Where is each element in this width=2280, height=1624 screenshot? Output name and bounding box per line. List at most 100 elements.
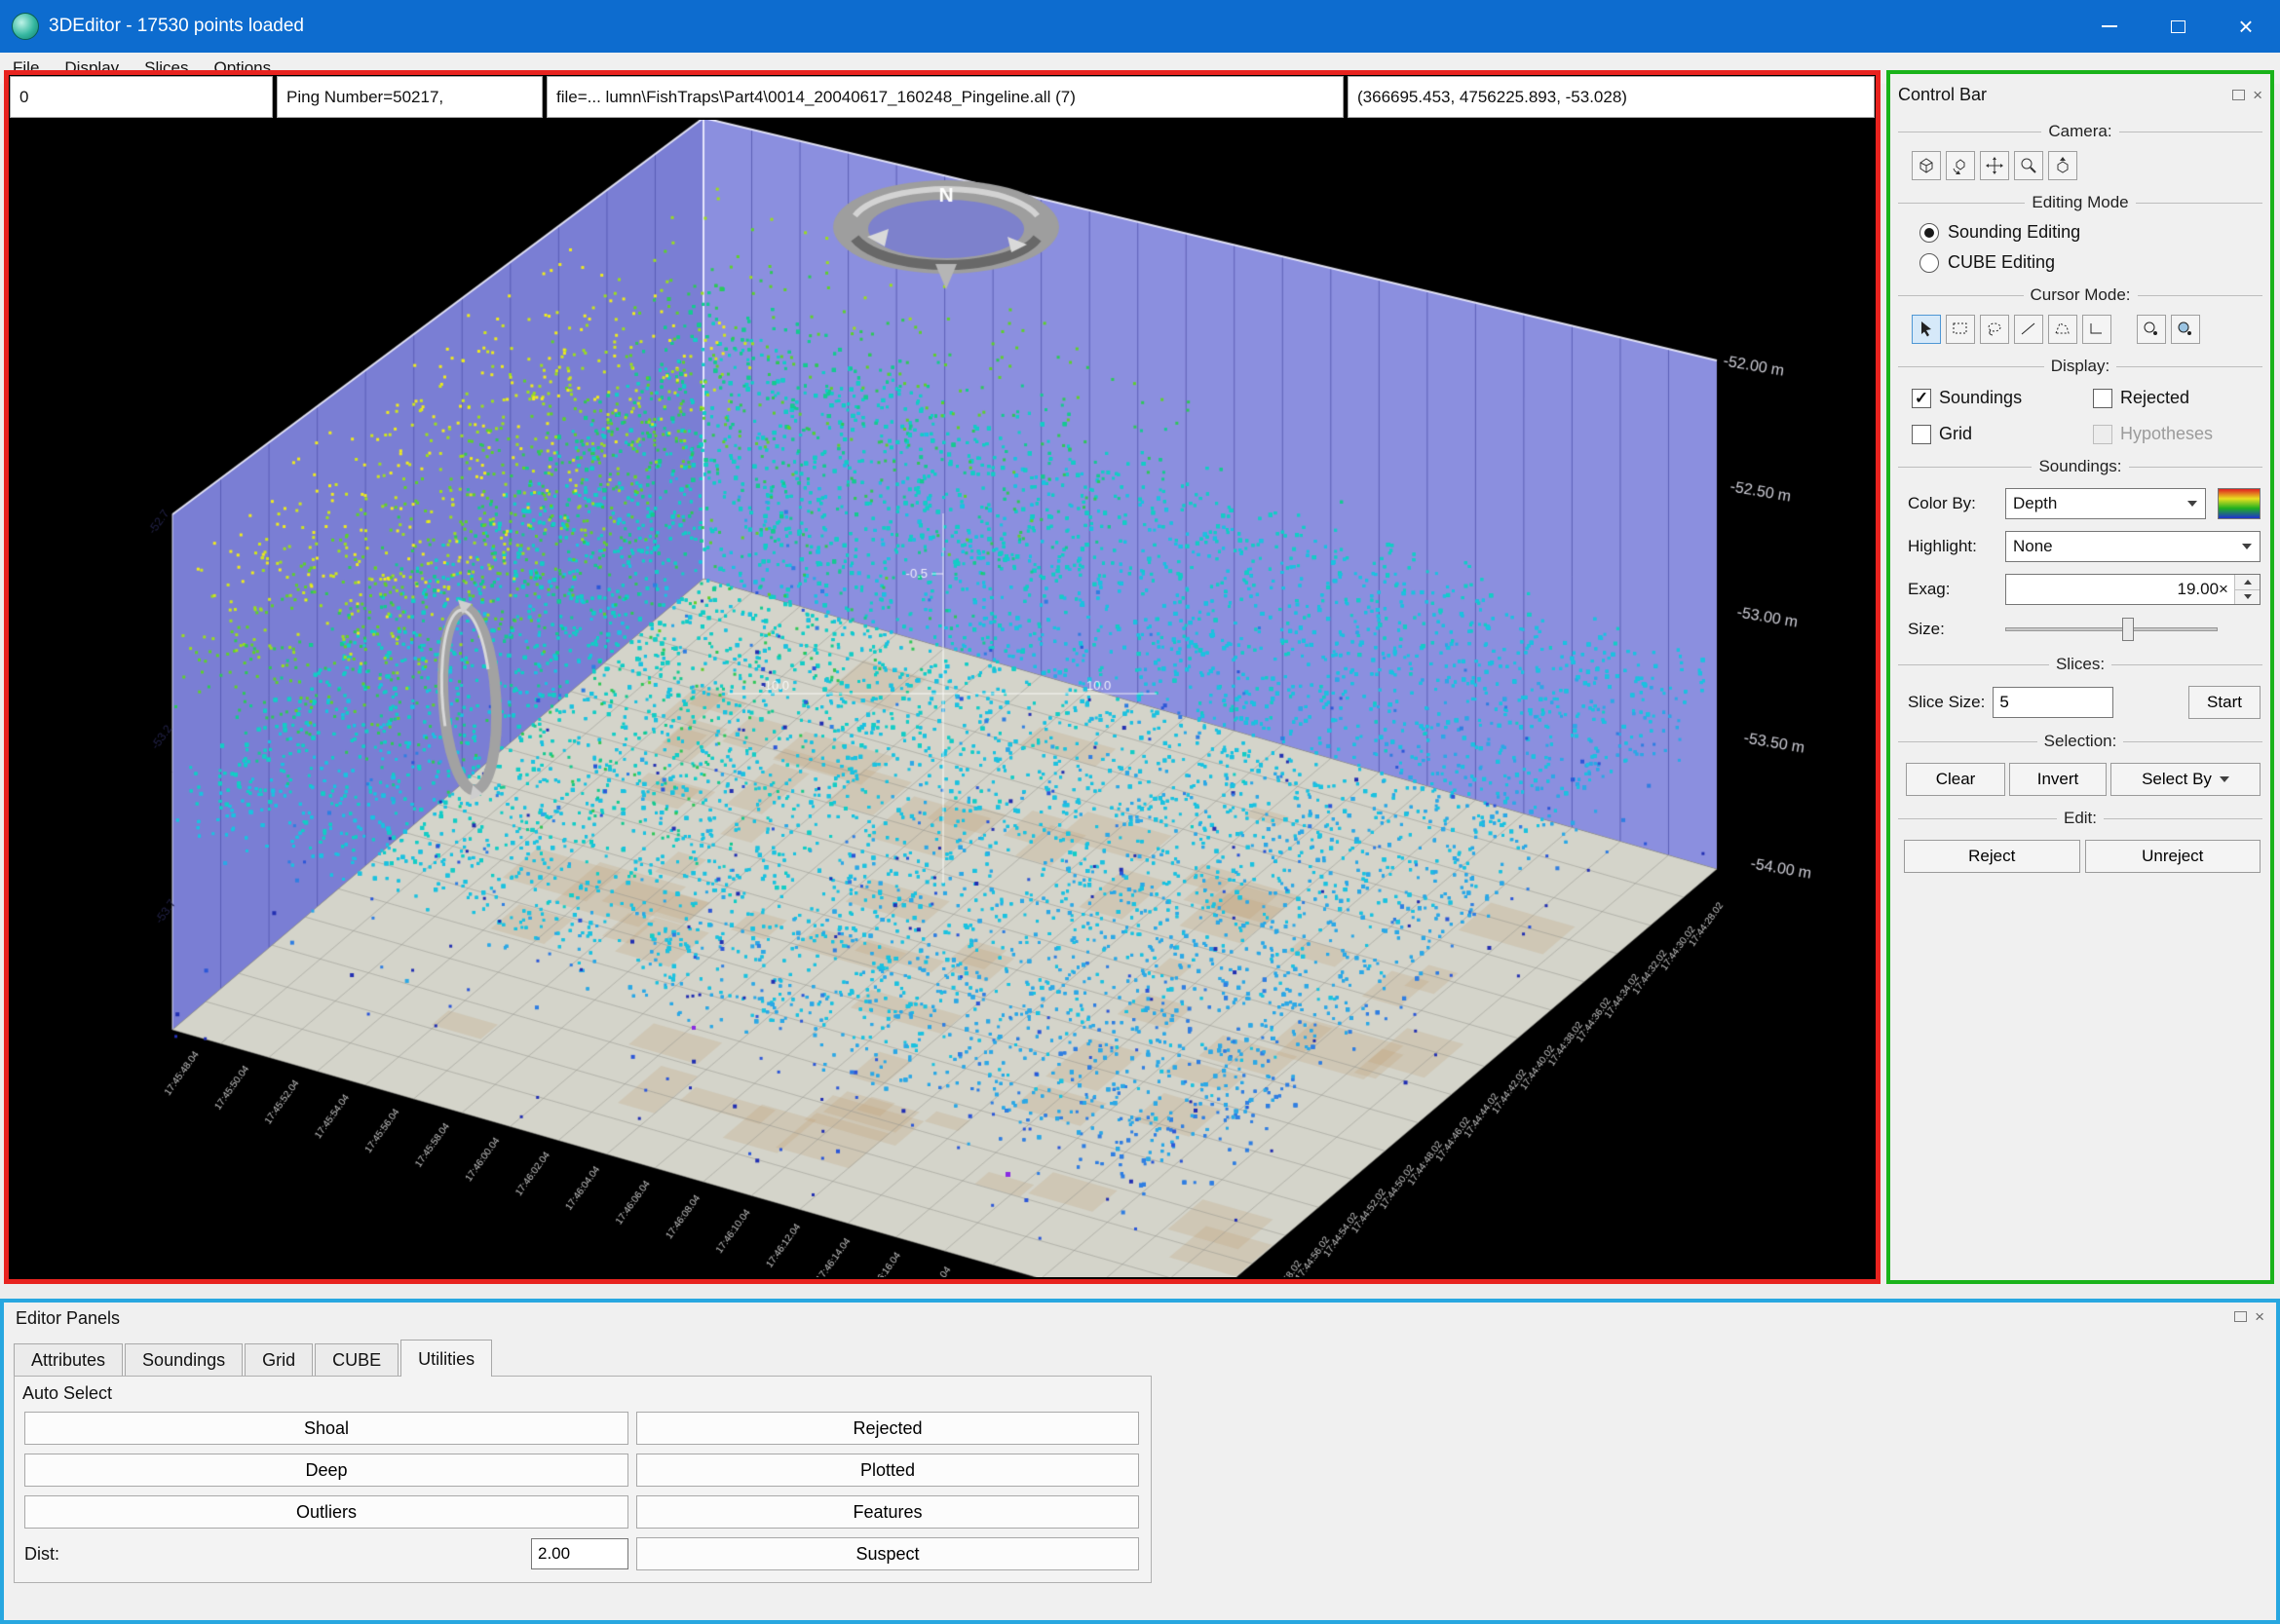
dist-label: Dist: <box>24 1544 59 1565</box>
camera-orbit-icon[interactable] <box>1912 151 1941 180</box>
highlight-label: Highlight: <box>1908 537 1997 556</box>
cursor-corner-select-icon[interactable] <box>2082 315 2111 344</box>
size-label: Size: <box>1908 620 1997 639</box>
selection-section-label: Selection: <box>2044 732 2117 751</box>
colorbar-icon[interactable] <box>2218 488 2261 519</box>
scene-panel: 0 Ping Number=50217, file=... lumn\FishT… <box>4 70 1881 1284</box>
float-panel-icon[interactable] <box>2232 90 2245 100</box>
window-title: 3DEditor - 17530 points loaded <box>49 16 304 37</box>
status-field-filename: file=... lumn\FishTraps\Part4\0014_20040… <box>547 76 1344 118</box>
plotted-button[interactable]: Plotted <box>636 1454 1139 1487</box>
cursor-rect-select-icon[interactable] <box>1946 315 1975 344</box>
start-slices-button[interactable]: Start <box>2188 686 2261 719</box>
sounding-editing-label: Sounding Editing <box>1948 222 2080 243</box>
highlight-value: None <box>2006 537 2234 556</box>
rejected-checkbox[interactable]: Rejected <box>2093 388 2262 408</box>
float-panel-icon[interactable] <box>2234 1311 2247 1322</box>
soundings-section-label: Soundings: <box>2038 457 2121 476</box>
slider-handle[interactable] <box>2122 618 2134 641</box>
suspect-button[interactable]: Suspect <box>636 1537 1139 1570</box>
checkbox-unchecked-icon <box>2093 389 2112 408</box>
edit-buttons-row: Reject Unreject <box>1904 840 2261 873</box>
dist-input[interactable] <box>531 1538 628 1569</box>
title-bar[interactable]: 3DEditor - 17530 points loaded × <box>0 0 2280 53</box>
camera-label: Camera: <box>2048 122 2111 141</box>
close-panel-icon[interactable]: × <box>2253 87 2262 103</box>
select-by-label: Select By <box>2142 770 2212 789</box>
color-by-label: Color By: <box>1908 494 1997 513</box>
size-slider[interactable] <box>2005 617 2218 642</box>
status-field-coordinates: (366695.453, 4756225.893, -53.028) <box>1348 76 1875 118</box>
close-panel-icon[interactable]: × <box>2255 1308 2264 1325</box>
unreject-button[interactable]: Unreject <box>2085 840 2261 873</box>
cursor-mode-divider: Cursor Mode: <box>1898 285 2262 305</box>
maximize-button[interactable] <box>2144 0 2212 53</box>
slice-size-input[interactable] <box>1993 687 2113 718</box>
features-button[interactable]: Features <box>636 1495 1139 1529</box>
slices-section-label: Slices: <box>2056 655 2105 674</box>
tab-soundings[interactable]: Soundings <box>125 1343 243 1376</box>
clear-selection-button[interactable]: Clear <box>1906 763 2005 796</box>
reject-button[interactable]: Reject <box>1904 840 2080 873</box>
invert-selection-button[interactable]: Invert <box>2009 763 2107 796</box>
status-field-ping-number: Ping Number=50217, <box>277 76 543 118</box>
rejected-button[interactable]: Rejected <box>636 1412 1139 1445</box>
cursor-line-select-icon[interactable] <box>2014 315 2043 344</box>
highlight-row: Highlight: None <box>1908 531 2261 562</box>
checkbox-checked-icon: ✓ <box>1912 389 1931 408</box>
camera-pan-icon[interactable] <box>1980 151 2009 180</box>
exag-label: Exag: <box>1908 580 1997 599</box>
cube-editing-label: CUBE Editing <box>1948 252 2055 273</box>
highlight-dropdown[interactable]: None <box>2005 531 2261 562</box>
minimize-icon <box>2102 25 2117 27</box>
checkbox-disabled-icon <box>2093 425 2112 444</box>
cursor-pointer-icon[interactable] <box>1912 315 1941 344</box>
cursor-mode-label: Cursor Mode: <box>2031 285 2131 305</box>
edit-section-label: Edit: <box>2064 809 2097 828</box>
edit-divider: Edit: <box>1898 809 2262 828</box>
status-row: 0 Ping Number=50217, file=... lumn\FishT… <box>10 76 1875 118</box>
editor-panels-tabs: Attributes Soundings Grid CUBE Utilities <box>14 1340 492 1377</box>
spin-up-icon[interactable] <box>2235 575 2260 589</box>
cursor-circle-pick-icon[interactable] <box>2137 315 2166 344</box>
size-row: Size: <box>1908 617 2261 642</box>
select-by-button[interactable]: Select By <box>2110 763 2261 796</box>
selection-divider: Selection: <box>1898 732 2262 751</box>
app-icon <box>12 13 39 40</box>
tab-grid[interactable]: Grid <box>245 1343 313 1376</box>
tab-attributes[interactable]: Attributes <box>14 1343 123 1376</box>
soundings-checkbox[interactable]: ✓ Soundings <box>1912 388 2093 408</box>
exag-value: 19.00× <box>2006 575 2234 604</box>
control-bar-panel: Control Bar × Camera: Editing Mode Sound… <box>1886 70 2274 1284</box>
soundings-checkbox-label: Soundings <box>1939 388 2022 408</box>
spin-down-icon[interactable] <box>2235 589 2260 605</box>
cube-editing-radio[interactable]: CUBE Editing <box>1919 252 2262 273</box>
viewport-canvas[interactable] <box>10 120 1875 1277</box>
camera-zoom-icon[interactable] <box>2014 151 2043 180</box>
camera-reset-view-icon[interactable] <box>2048 151 2077 180</box>
shoal-button[interactable]: Shoal <box>24 1412 628 1445</box>
exag-spinner[interactable]: 19.00× <box>2005 574 2261 605</box>
auto-select-left-column: Shoal Deep Outliers Dist: <box>24 1412 628 1570</box>
camera-rotate-icon[interactable] <box>1946 151 1975 180</box>
tab-cube[interactable]: CUBE <box>315 1343 399 1376</box>
outliers-button[interactable]: Outliers <box>24 1495 628 1529</box>
cursor-polygon-select-icon[interactable] <box>2048 315 2077 344</box>
hypotheses-checkbox: Hypotheses <box>2093 424 2262 444</box>
deep-button[interactable]: Deep <box>24 1454 628 1487</box>
chevron-down-icon <box>2220 776 2229 782</box>
viewport-3d[interactable] <box>10 120 1875 1277</box>
cursor-lasso-select-icon[interactable] <box>1980 315 2009 344</box>
cursor-mode-toolbar <box>1912 315 2262 344</box>
minimize-button[interactable] <box>2075 0 2144 53</box>
editor-panels-title: Editor Panels <box>16 1308 120 1329</box>
cursor-circle-pick-filled-icon[interactable] <box>2171 315 2200 344</box>
close-icon: × <box>2238 14 2253 39</box>
close-button[interactable]: × <box>2212 0 2280 53</box>
tab-utilities[interactable]: Utilities <box>400 1340 492 1377</box>
display-checkbox-grid: ✓ Soundings Rejected Grid Hypotheses <box>1912 388 2262 444</box>
color-by-dropdown[interactable]: Depth <box>2005 488 2206 519</box>
grid-checkbox[interactable]: Grid <box>1912 424 2093 444</box>
sounding-editing-radio[interactable]: Sounding Editing <box>1919 222 2262 243</box>
dist-row: Dist: <box>24 1537 628 1570</box>
